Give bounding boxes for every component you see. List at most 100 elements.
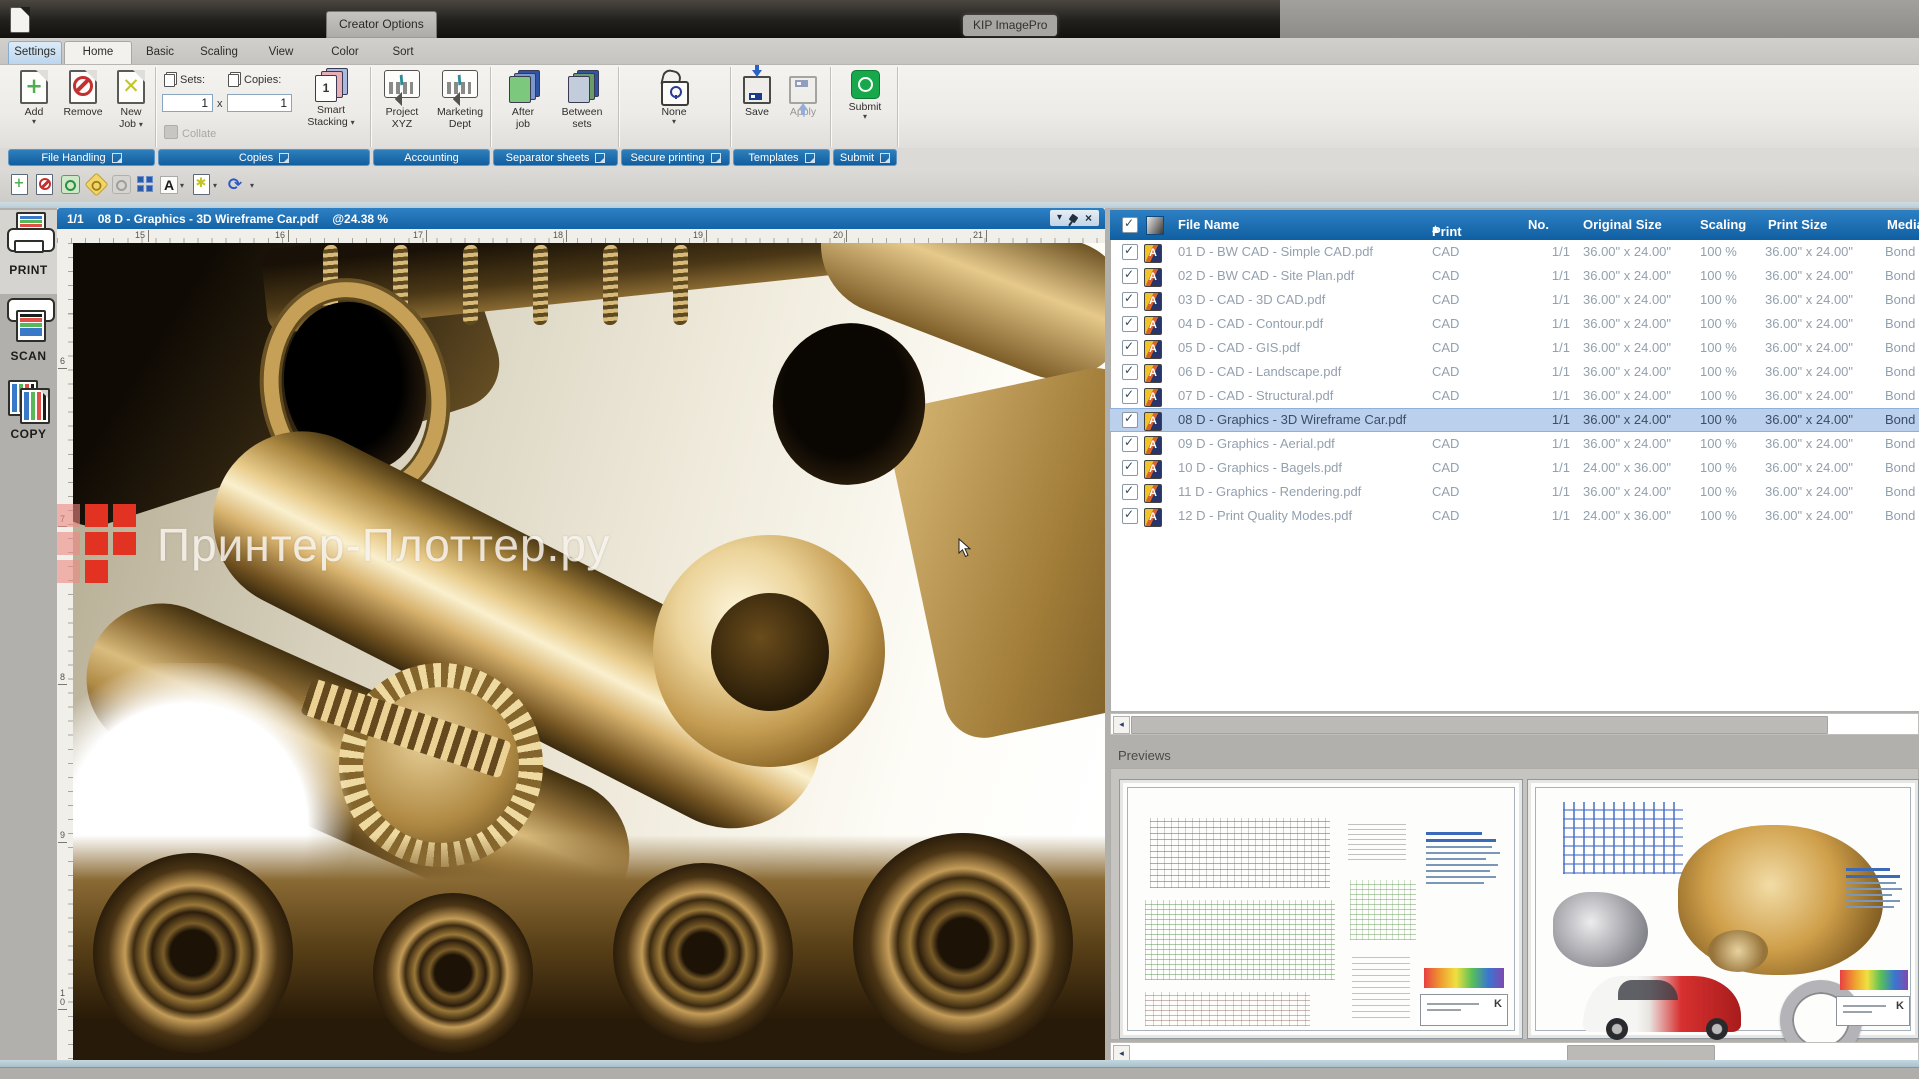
preview-thumbnail-1[interactable]: K <box>1119 779 1523 1039</box>
sets-input[interactable] <box>162 94 213 112</box>
dropdown-arrow-icon[interactable]: ▾ <box>213 181 217 190</box>
row-checkbox[interactable]: ✓ <box>1122 316 1138 332</box>
print-icon <box>7 212 51 260</box>
group-copies: Sets: Copies: x Collate 1 Smart Stacking… <box>156 67 371 147</box>
row-checkbox[interactable]: ✓ <box>1122 508 1138 524</box>
dropdown-arrow-icon[interactable]: ▾ <box>180 181 184 190</box>
tab-color[interactable]: Color <box>320 41 370 63</box>
file-list-header[interactable]: ✓ File Name Print Quali ▲ No. Original S… <box>1110 210 1919 240</box>
smart-stacking-button[interactable]: 1 Smart Stacking ▾ <box>298 68 364 128</box>
after-job-button[interactable]: After job <box>497 70 549 130</box>
ruler-number: 15 <box>127 230 149 242</box>
between-sets-button[interactable]: Between sets <box>553 70 611 130</box>
table-row[interactable]: ✓A12 D - Print Quality Modes.pdfCAD1/124… <box>1110 504 1919 528</box>
dialog-launcher-icon[interactable] <box>805 153 815 163</box>
row-checkbox[interactable]: ✓ <box>1122 364 1138 380</box>
tab-sort[interactable]: Sort <box>380 41 426 63</box>
stamp-1-yellow-icon[interactable] <box>85 173 107 196</box>
cell-media: Bond <box>1885 244 1915 259</box>
table-row[interactable]: ✓A07 D - CAD - Structural.pdfCAD1/136.00… <box>1110 384 1919 408</box>
stamp-1-green-icon[interactable] <box>59 173 81 196</box>
row-checkbox[interactable]: ✓ <box>1122 268 1138 284</box>
pdf-file-icon: A <box>1144 364 1162 383</box>
tile-view-icon[interactable] <box>134 173 156 196</box>
remove-button[interactable]: Remove <box>58 70 108 118</box>
dialog-launcher-icon[interactable] <box>880 153 890 163</box>
file-list-horizontal-scrollbar[interactable]: ◂ <box>1110 713 1919 735</box>
tab-basic[interactable]: Basic <box>134 41 186 63</box>
cell-print-quality: CAD <box>1432 244 1459 259</box>
table-row[interactable]: ✓A08 D - Graphics - 3D Wireframe Car.pdf… <box>1110 408 1919 432</box>
add-button[interactable]: + Add ▾ <box>12 70 56 126</box>
table-row[interactable]: ✓A06 D - CAD - Landscape.pdfCAD1/136.00"… <box>1110 360 1919 384</box>
group-label-copies: Copies <box>158 149 370 166</box>
separator-between-icon <box>565 70 599 104</box>
sidebar-item-scan[interactable]: SCAN <box>0 296 57 374</box>
new-job-button[interactable]: ✕ New Job ▾ <box>110 70 152 130</box>
table-row[interactable]: ✓A10 D - Graphics - Bagels.pdfCAD1/124.0… <box>1110 456 1919 480</box>
remove-document-icon[interactable] <box>33 173 55 196</box>
project-xyz-button[interactable]: Project XYZ <box>374 70 430 130</box>
row-checkbox[interactable]: ✓ <box>1122 460 1138 476</box>
column-header-no[interactable]: No. <box>1528 217 1549 232</box>
ribbon-tab-row: Settings Home Basic Scaling View Color S… <box>0 38 1919 64</box>
row-checkbox[interactable]: ✓ <box>1122 412 1138 428</box>
table-row[interactable]: ✓A09 D - Graphics - Aerial.pdfCAD1/136.0… <box>1110 432 1919 456</box>
chevron-down-icon[interactable]: ▾ <box>1057 213 1062 223</box>
table-row[interactable]: ✓A03 D - CAD - 3D CAD.pdfCAD1/136.00" x … <box>1110 288 1919 312</box>
copies-input[interactable] <box>227 94 292 112</box>
app-icon[interactable] <box>10 7 30 33</box>
table-row[interactable]: ✓A05 D - CAD - GIS.pdfCAD1/136.00" x 24.… <box>1110 336 1919 360</box>
edit-document-icon[interactable]: ✱ <box>190 173 212 196</box>
preview-title-bar[interactable]: 1/1 08 D - Graphics - 3D Wireframe Car.p… <box>57 208 1105 229</box>
save-template-button[interactable]: Save <box>737 76 777 118</box>
select-all-checkbox[interactable]: ✓ <box>1122 217 1138 233</box>
dialog-launcher-icon[interactable] <box>112 153 122 163</box>
scroll-left-arrow-icon[interactable]: ◂ <box>1113 716 1130 734</box>
dialog-launcher-icon[interactable] <box>711 153 721 163</box>
secure-none-button[interactable]: None ▾ <box>647 70 701 126</box>
add-document-icon[interactable]: + <box>8 173 30 196</box>
preview-thumbnail-2[interactable]: K <box>1527 779 1919 1039</box>
cell-original-size: 36.00" x 24.00" <box>1583 364 1671 379</box>
row-checkbox[interactable]: ✓ <box>1122 292 1138 308</box>
engine-render[interactable] <box>73 243 1105 1060</box>
group-label-submit: Submit <box>833 149 897 166</box>
dialog-launcher-icon[interactable] <box>279 153 289 163</box>
tab-view[interactable]: View <box>256 41 306 63</box>
scrollbar-thumb[interactable] <box>1131 716 1828 734</box>
sidebar-item-copy[interactable]: COPY <box>0 376 57 456</box>
table-row[interactable]: ✓A02 D - BW CAD - Site Plan.pdfCAD1/136.… <box>1110 264 1919 288</box>
mode-sidebar: PRINT SCAN COPY <box>0 208 57 1060</box>
ruler-number: 10 <box>58 989 67 1010</box>
row-checkbox[interactable]: ✓ <box>1122 484 1138 500</box>
tab-scaling[interactable]: Scaling <box>190 41 248 63</box>
pin-icon[interactable] <box>1069 213 1079 223</box>
cell-print-quality: CAD <box>1432 316 1459 331</box>
font-style-icon[interactable]: A <box>158 173 180 196</box>
dialog-launcher-icon[interactable] <box>595 153 605 163</box>
pdf-file-icon: A <box>1144 508 1162 527</box>
row-checkbox[interactable]: ✓ <box>1122 340 1138 356</box>
column-header-original-size[interactable]: Original Size <box>1583 217 1662 232</box>
sidebar-item-print[interactable]: PRINT <box>0 210 57 294</box>
row-checkbox[interactable]: ✓ <box>1122 388 1138 404</box>
file-type-column-icon[interactable] <box>1146 216 1164 235</box>
column-header-file-name[interactable]: File Name <box>1178 217 1239 232</box>
tab-settings[interactable]: Settings <box>8 41 62 65</box>
close-icon[interactable]: × <box>1085 213 1092 223</box>
column-header-media[interactable]: Media <box>1887 217 1919 232</box>
tab-home[interactable]: Home <box>64 41 132 66</box>
column-header-scaling[interactable]: Scaling <box>1700 217 1746 232</box>
creator-options-tab[interactable]: Creator Options <box>326 11 437 39</box>
row-checkbox[interactable]: ✓ <box>1122 436 1138 452</box>
submit-button[interactable]: Submit ▾ <box>845 70 885 121</box>
table-row[interactable]: ✓A11 D - Graphics - Rendering.pdfCAD1/13… <box>1110 480 1919 504</box>
table-row[interactable]: ✓A01 D - BW CAD - Simple CAD.pdfCAD1/136… <box>1110 240 1919 264</box>
dropdown-arrow-icon[interactable]: ▾ <box>250 181 254 190</box>
refresh-icon[interactable]: ⟳ <box>224 173 246 196</box>
column-header-print-size[interactable]: Print Size <box>1768 217 1827 232</box>
marketing-dept-button[interactable]: Marketing Dept <box>432 70 488 130</box>
row-checkbox[interactable]: ✓ <box>1122 244 1138 260</box>
table-row[interactable]: ✓A04 D - CAD - Contour.pdfCAD1/136.00" x… <box>1110 312 1919 336</box>
